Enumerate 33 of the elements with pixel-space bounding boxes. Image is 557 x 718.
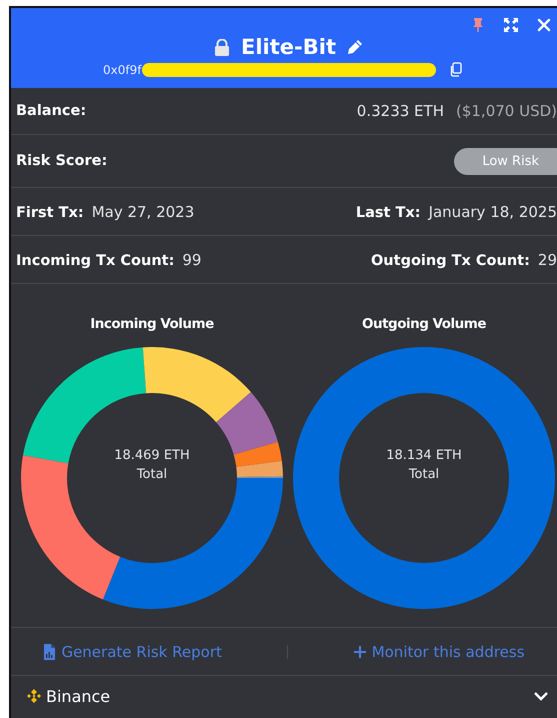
field-label: Last Tx: [356, 204, 421, 220]
chart-title: Incoming Volume [90, 316, 214, 334]
wallet-address: 0x0f9f [103, 62, 142, 76]
copy-icon[interactable] [449, 62, 464, 77]
field-value: May 27, 2023 [92, 202, 194, 220]
total-caption: Total [408, 467, 440, 482]
monitor-link[interactable]: Monitor this address [352, 642, 525, 660]
total-amount: 18.469 ETH [114, 448, 190, 463]
risk-label: Risk Score: [16, 153, 108, 169]
field-label: First Tx: [16, 204, 84, 220]
plus-icon [352, 644, 367, 658]
total-caption: Total [136, 467, 168, 482]
expand-icon[interactable] [503, 17, 519, 33]
wallet-title: Elite-Bit [241, 35, 336, 59]
exchange-row[interactable]: Binance [11, 676, 557, 716]
field-label: Outgoing Tx Count: [370, 252, 530, 268]
field-label: Incoming Tx Count: [16, 252, 174, 268]
chevron-down-icon[interactable] [533, 689, 549, 703]
balance-value: 0.3233 ETH [356, 102, 444, 120]
field-value: January 18, 2025 [428, 202, 557, 220]
diamond-logo-icon [27, 689, 41, 703]
balance-label: Balance: [16, 103, 86, 119]
field-value: 99 [182, 250, 202, 268]
document-icon [43, 644, 56, 660]
chart-title: Outgoing Volume [362, 316, 486, 334]
risk-badge: Low Risk [454, 148, 557, 174]
total-amount: 18.134 ETH [386, 448, 462, 463]
field-value: 29 [538, 250, 557, 268]
usd-value: ($1,070 USD) [456, 102, 557, 120]
report-link[interactable]: Generate Risk Report [43, 642, 222, 660]
lock-icon [213, 38, 231, 56]
close-icon[interactable] [537, 18, 551, 32]
edit-icon[interactable] [346, 39, 363, 55]
